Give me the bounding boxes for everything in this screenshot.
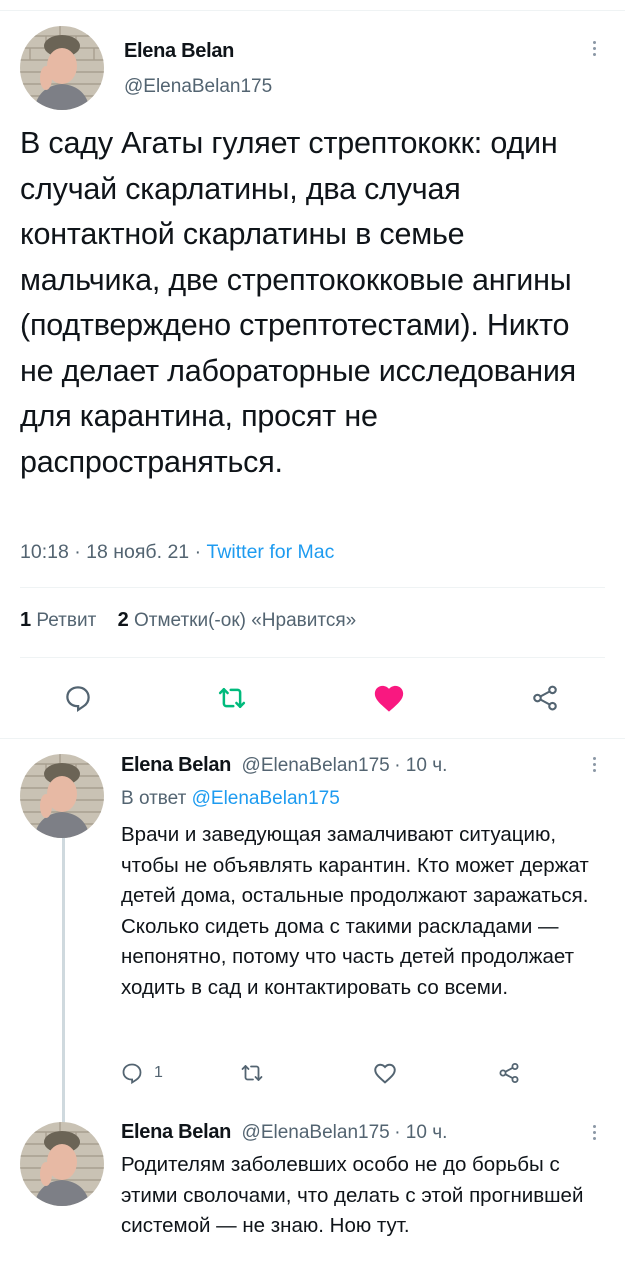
retweet-icon xyxy=(241,1065,263,1081)
author-handle[interactable]: @ElenaBelan175 xyxy=(242,1122,390,1143)
reply-icon xyxy=(122,1063,142,1085)
author-handle[interactable]: @ElenaBelan175 xyxy=(242,755,390,776)
reply-header: Elena Belan @ElenaBelan175 · 10 ч. xyxy=(121,754,447,777)
reply-count: 1 xyxy=(154,1064,163,1081)
likes-count: 2 xyxy=(117,609,129,631)
tweet-date: 18 нояб. 21 xyxy=(86,541,190,563)
avatar[interactable] xyxy=(20,1122,104,1206)
retweets-label: Ретвит xyxy=(36,610,97,631)
reply-header: Elena Belan @ElenaBelan175 · 10 ч. xyxy=(121,1121,447,1144)
reply-text: Врачи и заведующая замалчивают ситуацию,… xyxy=(121,823,589,999)
divider xyxy=(0,738,625,739)
tweet-meta: 10:18 · 18 нояб. 21 · Twitter for Mac xyxy=(20,541,335,563)
reply-button[interactable]: 1 xyxy=(120,1058,163,1088)
reply-icon xyxy=(66,686,90,712)
author-name[interactable]: Elena Belan xyxy=(124,40,234,63)
share-button[interactable] xyxy=(497,1058,521,1088)
like-button[interactable] xyxy=(372,1058,398,1088)
engagement-stats: 1 Ретвит 2 Отметки(-ок) «Нравится» xyxy=(20,609,356,632)
thread-line xyxy=(62,838,65,1126)
avatar[interactable] xyxy=(20,754,104,838)
more-options-icon[interactable] xyxy=(589,754,599,775)
author-name[interactable]: Elena Belan xyxy=(121,754,231,776)
retweets-stat[interactable]: 1 Ретвит xyxy=(20,609,97,631)
author-handle[interactable]: @ElenaBelan175 xyxy=(124,76,272,98)
tweet-age: · 10 ч. xyxy=(394,755,448,776)
like-icon xyxy=(374,1063,396,1084)
divider xyxy=(20,587,605,588)
tweet-time: 10:18 xyxy=(20,541,69,563)
more-options-icon[interactable] xyxy=(589,1122,599,1143)
tweet-age: · 10 ч. xyxy=(394,1122,448,1143)
retweet-icon xyxy=(218,688,246,708)
in-reply-handle[interactable]: @ElenaBelan175 xyxy=(192,788,340,809)
like-icon xyxy=(374,685,404,712)
like-button[interactable] xyxy=(368,677,410,719)
likes-stat[interactable]: 2 Отметки(-ок) «Нравится» xyxy=(117,609,357,631)
reply-text: Родителям заболевших особо не до борьбы … xyxy=(121,1153,584,1237)
retweet-button[interactable] xyxy=(240,1058,264,1088)
avatar[interactable] xyxy=(20,26,104,110)
tweet-source[interactable]: Twitter for Mac xyxy=(206,541,334,563)
reply-button[interactable] xyxy=(58,678,98,718)
author-name[interactable]: Elena Belan xyxy=(121,1121,231,1143)
share-icon xyxy=(499,1063,519,1083)
share-button[interactable] xyxy=(525,678,565,718)
tweet-text: В саду Агаты гуляет стрептококк: один сл… xyxy=(20,126,576,479)
share-icon xyxy=(533,685,557,711)
top-divider xyxy=(0,10,625,11)
likes-label: Отметки(-ок) «Нравится» xyxy=(133,610,357,631)
in-reply-to: В ответ @ElenaBelan175 xyxy=(121,788,340,810)
divider xyxy=(20,657,605,658)
retweets-count: 1 xyxy=(20,609,32,631)
in-reply-prefix: В ответ xyxy=(121,788,187,809)
retweet-button[interactable] xyxy=(212,678,252,718)
more-options-icon[interactable] xyxy=(589,38,599,59)
